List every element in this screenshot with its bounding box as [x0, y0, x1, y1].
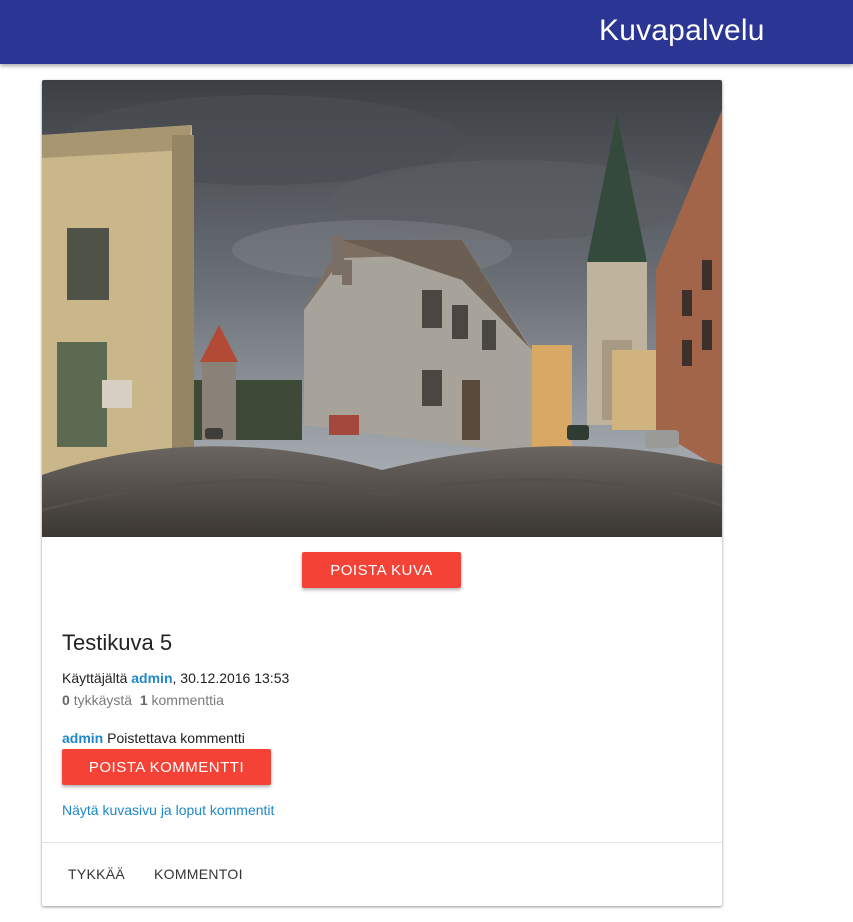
- comments-label: kommenttia: [151, 692, 224, 708]
- card-divider: [42, 842, 722, 843]
- delete-comment-button[interactable]: POISTA KOMMENTTI: [62, 749, 271, 785]
- comment: admin Poistettava kommentti: [62, 730, 245, 746]
- comment-author-link[interactable]: admin: [62, 730, 103, 746]
- author-link[interactable]: admin: [131, 670, 172, 686]
- app-title[interactable]: Kuvapalvelu: [599, 14, 765, 48]
- comment-button[interactable]: KOMMENTOI: [154, 866, 243, 882]
- post-stats: 0 tykkäystä 1 kommenttia: [62, 692, 224, 708]
- view-image-page-link[interactable]: Näytä kuvasivu ja loput kommentit: [62, 802, 274, 818]
- likes-count: 0: [62, 692, 70, 708]
- comments-count: 1: [139, 692, 148, 708]
- meta-prefix: Käyttäjältä: [62, 670, 128, 686]
- post-date: , 30.12.2016 13:53: [172, 670, 290, 686]
- like-button[interactable]: TYKKÄÄ: [68, 866, 125, 882]
- comment-text: Poistettava kommentti: [107, 730, 245, 746]
- post-image[interactable]: [42, 80, 722, 537]
- delete-image-button[interactable]: POISTA KUVA: [302, 552, 461, 588]
- image-title: Testikuva 5: [62, 630, 173, 655]
- post-meta: Käyttäjältä admin, 30.12.2016 13:53: [62, 670, 289, 686]
- image-card: POISTA KUVA Testikuva 5 Käyttäjältä admi…: [42, 80, 722, 906]
- app-bar: Kuvapalvelu: [0, 0, 853, 64]
- likes-label: tykkäystä: [73, 692, 133, 708]
